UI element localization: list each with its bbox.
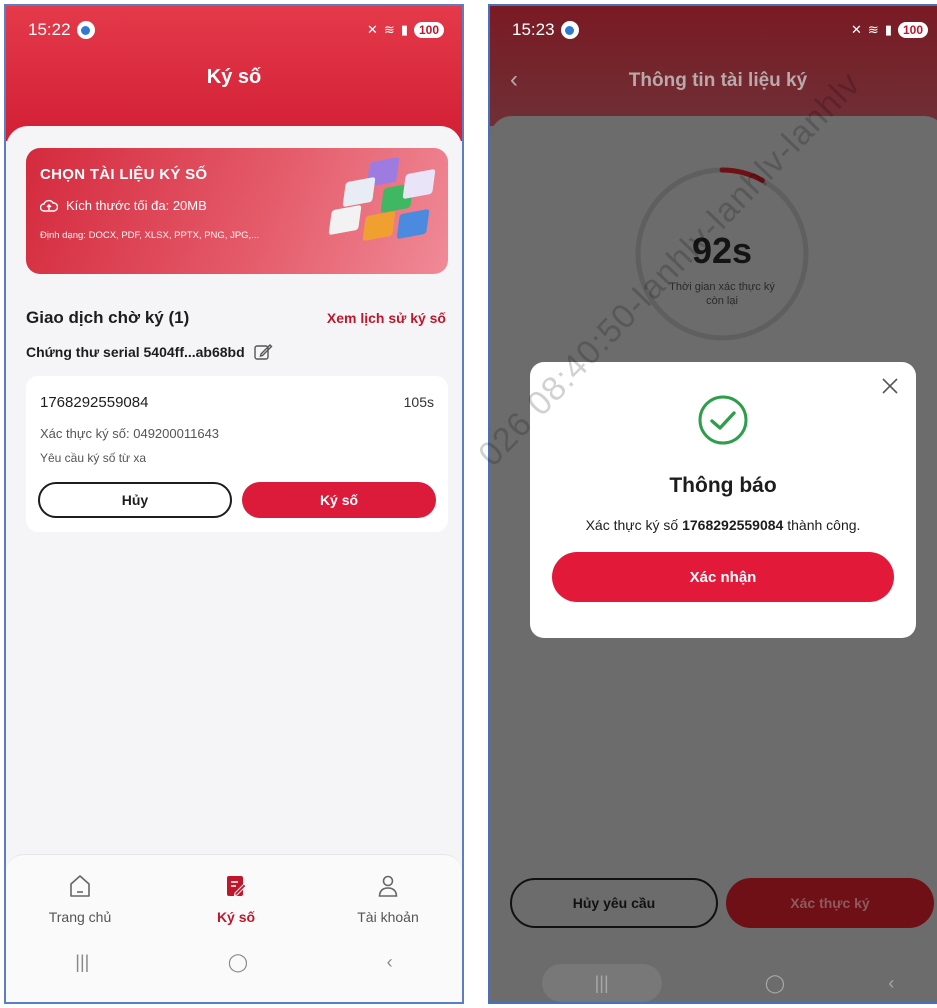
nav-home[interactable]: Trang chủ (20, 873, 140, 925)
account-icon (378, 875, 398, 897)
mute-icon: ✕ (851, 22, 862, 37)
dialog-message: Xác thực ký số 1768292559084 thành công. (585, 517, 861, 533)
sign-screen: 15:22 ✕ ≋ ▮ 100 Ký số CHỌN TÀI LIỆU KÝ S… (4, 4, 464, 1004)
file-icon (342, 176, 376, 208)
battery-icon: 100 (413, 22, 444, 38)
sign-document-icon (227, 876, 247, 897)
nav-home-label: Trang chủ (48, 909, 112, 925)
file-icon (362, 210, 396, 242)
transaction-card: 1768292559084 105s Xác thực ký số: 04920… (26, 376, 448, 532)
transaction-request: Yêu cầu ký số từ xa (40, 451, 147, 465)
upload-cloud-icon (40, 199, 58, 212)
file-icon (328, 204, 362, 236)
file-icon (402, 168, 436, 200)
formats-text: Định dạng: DOCX, PDF, XLSX, PPTX, PNG, J… (40, 230, 260, 241)
confirm-button[interactable]: Xác nhận (552, 552, 894, 602)
status-bar: 15:23 ✕ ≋ ▮ 100 (490, 6, 937, 54)
countdown-value: 92s (691, 230, 753, 271)
choose-document-banner[interactable]: CHỌN TÀI LIỆU KÝ SỐ Kích thước tối đa: 2… (26, 148, 448, 274)
home-button-icon[interactable]: ◯ (765, 973, 785, 994)
success-dialog: Thông báo Xác thực ký số 1768292559084 t… (530, 362, 916, 638)
status-bar: 15:22 ✕ ≋ ▮ 100 (6, 6, 462, 54)
system-navigation: ||| ◯ ‹ (490, 960, 937, 1002)
transaction-id: 1768292559084 (40, 394, 149, 411)
file-icon (396, 208, 430, 240)
page-title: Thông tin tài liệu ký (628, 70, 808, 91)
nav-sign[interactable]: Ký số (176, 873, 296, 925)
mute-icon: ✕ (367, 22, 378, 37)
status-time: 15:22 (28, 20, 71, 39)
cancel-request-button[interactable]: Hủy yêu cầu (510, 878, 718, 928)
serial-text: Chứng thư serial 5404ff...ab68bd (26, 344, 245, 360)
dialog-transaction-id: 1768292559084 (682, 517, 784, 533)
verify-sign-button[interactable]: Xác thực ký (726, 878, 934, 928)
wifi-icon: ≋ (867, 22, 879, 37)
signal-icon: ▮ (884, 22, 892, 37)
back-icon[interactable]: ‹ (888, 973, 894, 994)
home-button-icon[interactable]: ◯ (228, 952, 248, 973)
dialog-title: Thông báo (669, 474, 777, 497)
countdown-label: Thời gian xác thực ký còn lại (669, 281, 775, 307)
cancel-button[interactable]: Hủy (38, 482, 232, 518)
back-icon[interactable]: ‹ (387, 952, 393, 973)
nav-sign-label: Ký số (216, 909, 256, 925)
battery-icon: 100 (897, 22, 928, 38)
success-check-icon (698, 395, 748, 445)
certificate-serial: Chứng thư serial 5404ff...ab68bd (26, 342, 273, 362)
close-icon[interactable] (880, 376, 900, 396)
signal-icon: ▮ (400, 22, 408, 37)
wifi-icon: ≋ (383, 22, 395, 37)
app-notification-icon (560, 21, 579, 39)
document-info-screen: 15:23 ✕ ≋ ▮ 100 ‹ Thông tin tài liệu ký … (488, 4, 937, 1004)
banner-title: CHỌN TÀI LIỆU KÝ SỐ (40, 166, 208, 183)
transaction-timer: 105s (403, 394, 434, 410)
pending-transactions-title: Giao dịch chờ ký (1) (26, 308, 190, 327)
transaction-auth: Xác thực ký số: 049200011643 (40, 426, 220, 441)
signing-history-link[interactable]: Xem lịch sử ký số (327, 310, 446, 326)
app-notification-icon (76, 21, 95, 39)
sign-button[interactable]: Ký số (242, 482, 436, 518)
edit-icon[interactable] (253, 342, 273, 362)
recents-icon[interactable]: ||| (541, 964, 662, 1002)
nav-account[interactable]: Tài khoản (328, 873, 448, 925)
system-navigation: ||| ◯ ‹ (6, 942, 462, 982)
recents-icon[interactable]: ||| (75, 952, 89, 973)
status-time: 15:23 (512, 20, 555, 39)
page-title: Ký số (206, 66, 262, 88)
nav-account-label: Tài khoản (357, 909, 419, 925)
file-types-illustration (324, 156, 436, 258)
max-size-text: Kích thước tối đa: 20MB (66, 198, 207, 213)
banner-size: Kích thước tối đa: 20MB (40, 198, 207, 213)
home-icon (70, 875, 90, 897)
